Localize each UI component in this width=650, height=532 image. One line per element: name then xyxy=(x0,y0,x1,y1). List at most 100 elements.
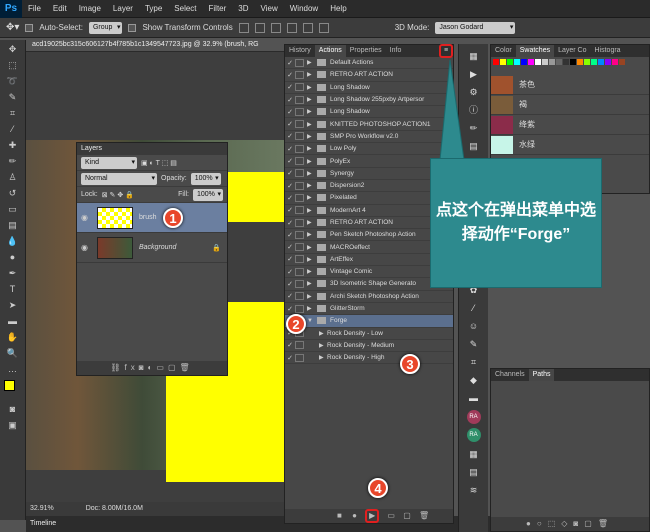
expand-right-icon[interactable]: ▶ xyxy=(307,231,315,238)
toggle-check-icon[interactable]: ✓ xyxy=(285,157,295,165)
layer-background[interactable]: ◉ Background 🔒 xyxy=(77,233,227,263)
align-middle-icon[interactable] xyxy=(254,22,265,33)
toggle-check-icon[interactable]: ✓ xyxy=(285,354,295,362)
panel-menu-icon[interactable]: ≡ xyxy=(439,44,453,58)
swatch-chip[interactable] xyxy=(521,59,527,65)
tab-history[interactable]: History xyxy=(285,45,315,57)
expand-right-icon[interactable]: ▶ xyxy=(319,330,327,337)
dialog-toggle[interactable] xyxy=(295,58,304,67)
move-tool-icon[interactable]: ✥ xyxy=(5,43,21,56)
paths-icon[interactable]: ≋ xyxy=(467,484,481,496)
action-set[interactable]: ✓ ▶ ArtEffex xyxy=(285,254,453,267)
mask-icon[interactable]: ◙ xyxy=(139,363,148,372)
expand-right-icon[interactable]: ▶ xyxy=(319,354,327,361)
action-set[interactable]: ✓ ▶ Low Poly xyxy=(285,143,453,156)
expand-right-icon[interactable]: ▶ xyxy=(307,219,315,226)
record-icon[interactable]: ● xyxy=(352,511,357,520)
eraser-tool-icon[interactable]: ▭ xyxy=(5,203,21,216)
expand-right-icon[interactable]: ▶ xyxy=(307,121,315,128)
menu-edit[interactable]: Edit xyxy=(47,4,73,13)
menu-file[interactable]: File xyxy=(22,4,47,13)
more-tools-icon[interactable]: … xyxy=(5,363,21,376)
marquee-tool-icon[interactable]: ⬚ xyxy=(5,59,21,72)
swatch-chip[interactable] xyxy=(535,59,541,65)
eye-icon[interactable]: ◉ xyxy=(81,243,91,252)
expand-right-icon[interactable]: ▶ xyxy=(307,194,315,201)
swatch-chip[interactable] xyxy=(549,59,555,65)
expand-right-icon[interactable]: ▶ xyxy=(307,71,315,78)
dialog-toggle[interactable] xyxy=(295,230,304,239)
tab-histogram[interactable]: Histogra xyxy=(591,45,625,57)
align-center-icon[interactable] xyxy=(302,22,313,33)
toggle-check-icon[interactable]: ✓ xyxy=(285,255,295,263)
align-top-icon[interactable] xyxy=(238,22,249,33)
toggle-check-icon[interactable]: ✓ xyxy=(285,231,295,239)
pen-tool-icon[interactable]: ✒ xyxy=(5,267,21,280)
action-set[interactable]: ✓ ▶ Default Actions xyxy=(285,57,453,70)
expand-right-icon[interactable]: ▶ xyxy=(307,268,315,275)
align-bottom-icon[interactable] xyxy=(270,22,281,33)
dialog-toggle[interactable] xyxy=(295,304,304,313)
expand-right-icon[interactable]: ▶ xyxy=(307,108,315,115)
expand-right-icon[interactable]: ▶ xyxy=(307,145,315,152)
swatch-item[interactable]: 水绿 xyxy=(491,135,649,155)
fx-icon[interactable]: fx xyxy=(124,363,138,372)
toggle-check-icon[interactable]: ✓ xyxy=(285,96,295,104)
action-set[interactable]: ✓ ▶ MACROeffect xyxy=(285,241,453,254)
dialog-toggle[interactable] xyxy=(295,144,304,153)
toggle-check-icon[interactable]: ✓ xyxy=(285,280,295,288)
action-set[interactable]: ✓ ▶ Vintage Comic xyxy=(285,266,453,279)
layers-icon[interactable]: ▦ xyxy=(467,448,481,460)
action-set[interactable]: ✓▼Forge xyxy=(285,315,453,328)
dialog-toggle[interactable] xyxy=(295,279,304,288)
workspace-select[interactable]: Jason Godard xyxy=(435,21,516,34)
tab-channels[interactable]: Channels xyxy=(491,369,529,381)
group-select[interactable]: Group xyxy=(88,21,123,34)
toggle-check-icon[interactable]: ✓ xyxy=(285,108,295,116)
new-set-icon[interactable]: ▭ xyxy=(387,511,395,520)
menu-help[interactable]: Help xyxy=(324,4,352,13)
toggle-check-icon[interactable]: ✓ xyxy=(285,305,295,313)
expand-right-icon[interactable]: ▶ xyxy=(319,342,327,349)
action-set[interactable]: ✓ ▶ Pixelated xyxy=(285,192,453,205)
tab-properties[interactable]: Properties xyxy=(346,45,386,57)
dialog-toggle[interactable] xyxy=(295,120,304,129)
action-set[interactable]: ✓ ▶ SMP Pro Workflow v2.0 xyxy=(285,131,453,144)
brush-tool-icon[interactable]: ✏ xyxy=(5,155,21,168)
tab-layer-comps[interactable]: Layer Co xyxy=(554,45,590,57)
swatch-chip[interactable] xyxy=(570,59,576,65)
tab-paths[interactable]: Paths xyxy=(528,369,555,381)
expand-right-icon[interactable]: ▶ xyxy=(307,305,315,312)
swatch-item[interactable]: 褐 xyxy=(491,95,649,115)
group-icon[interactable]: ▭ xyxy=(156,363,168,372)
3d-icon[interactable]: ◆ xyxy=(467,374,481,386)
expand-right-icon[interactable]: ▶ xyxy=(307,182,315,189)
menu-filter[interactable]: Filter xyxy=(203,4,233,13)
layers-tab[interactable]: Layers xyxy=(77,143,227,155)
tab-info[interactable]: Info xyxy=(386,45,406,57)
history-brush-icon[interactable]: ↺ xyxy=(5,187,21,200)
action-item[interactable]: ✓ ▶ Rock Density - High xyxy=(285,352,453,365)
plugin-ra-icon[interactable]: RA xyxy=(466,428,481,442)
swatch-chip[interactable] xyxy=(493,59,499,65)
zoom-tool-icon[interactable]: 🔍 xyxy=(5,347,21,360)
screen-mode-icon[interactable]: ▣ xyxy=(5,419,21,432)
menu-select[interactable]: Select xyxy=(168,4,202,13)
swatch-chip[interactable] xyxy=(507,59,513,65)
fill-input[interactable]: 100% xyxy=(193,188,223,201)
toggle-check-icon[interactable]: ✓ xyxy=(285,145,295,153)
swatch-item[interactable]: 茶色 xyxy=(491,75,649,95)
dialog-toggle[interactable] xyxy=(295,169,304,178)
dialog-toggle[interactable] xyxy=(295,95,304,104)
toggle-check-icon[interactable]: ✓ xyxy=(285,268,295,276)
dialog-toggle[interactable] xyxy=(295,83,304,92)
trash-icon[interactable]: 🗑 xyxy=(180,363,194,372)
eyedropper-tool-icon[interactable]: ⁄ xyxy=(5,123,21,136)
layer-brush[interactable]: ◉ brush xyxy=(77,203,227,233)
healing-tool-icon[interactable]: ✚ xyxy=(5,139,21,152)
swatch-chip[interactable] xyxy=(605,59,611,65)
action-set[interactable]: ✓ ▶ RETRO ART ACTION xyxy=(285,69,453,82)
expand-right-icon[interactable]: ▶ xyxy=(307,244,315,251)
brush-tip-icon[interactable]: ⁄ xyxy=(467,302,481,314)
toggle-check-icon[interactable]: ✓ xyxy=(285,132,295,140)
